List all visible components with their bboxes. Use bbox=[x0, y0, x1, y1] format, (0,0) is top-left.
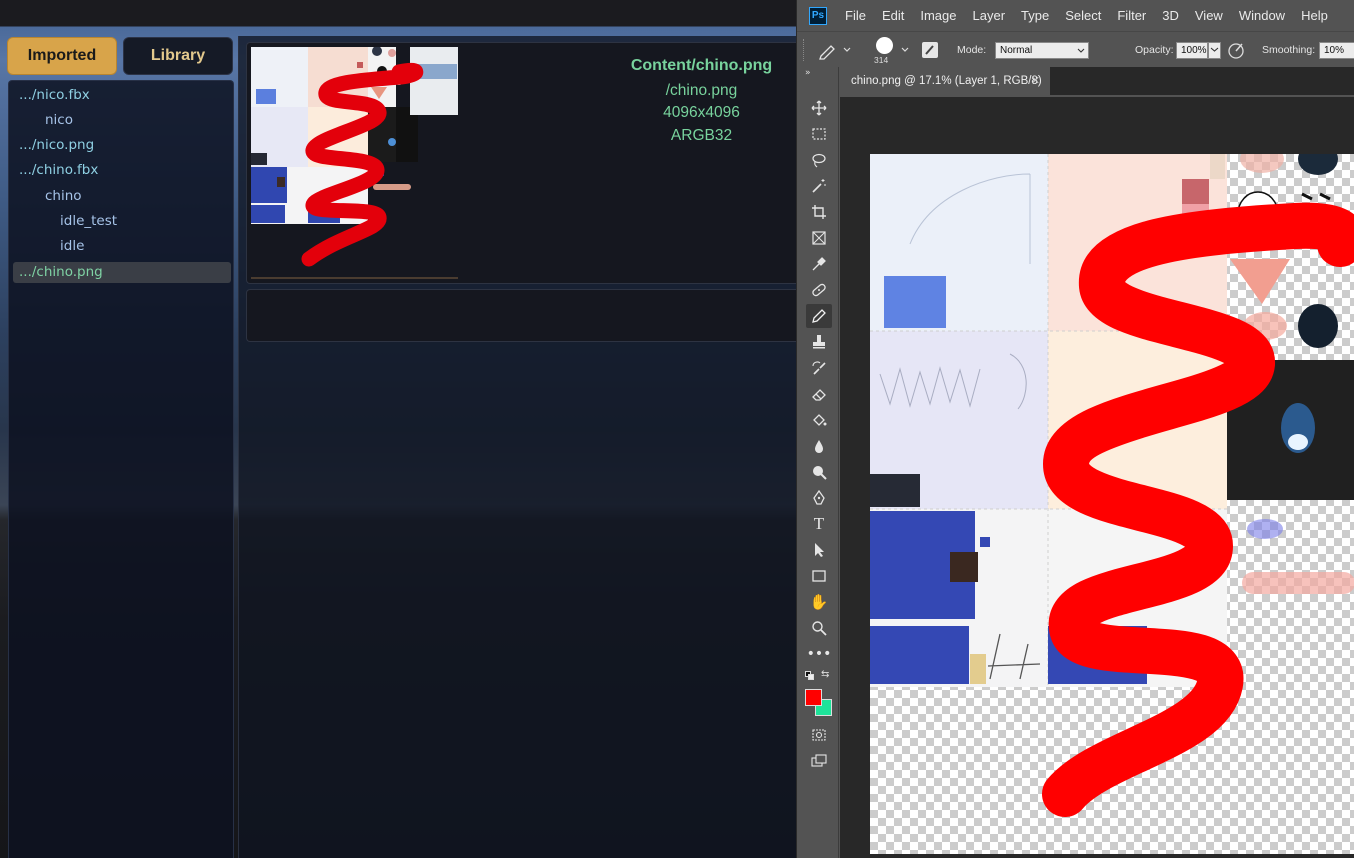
move-icon[interactable] bbox=[806, 96, 832, 120]
history-brush-icon[interactable] bbox=[806, 356, 832, 380]
pen-icon[interactable] bbox=[806, 486, 832, 510]
pencil-preset-icon bbox=[819, 45, 851, 60]
menu-help[interactable]: Help bbox=[1293, 8, 1336, 23]
smoothing-label: Smoothing: bbox=[1262, 44, 1316, 56]
tab-library[interactable]: Library bbox=[123, 37, 233, 75]
asset-tree: .../nico.fbx nico .../nico.png .../chino… bbox=[8, 80, 234, 858]
screen-mode-icon[interactable] bbox=[806, 749, 832, 773]
type-icon[interactable]: T bbox=[806, 512, 832, 536]
texture-thumbnail bbox=[251, 47, 458, 279]
tree-item[interactable]: .../nico.png bbox=[13, 135, 231, 156]
options-grip bbox=[803, 32, 805, 68]
rectangle-icon[interactable] bbox=[806, 564, 832, 588]
crop-icon[interactable] bbox=[806, 200, 832, 224]
brush-panel-icon bbox=[922, 42, 938, 58]
healing-brush-icon[interactable] bbox=[806, 278, 832, 302]
dodge-icon[interactable] bbox=[806, 460, 832, 484]
asset-format: ARGB32 bbox=[670, 127, 733, 144]
tools-panel: » T ✋ ••• ⇆ bbox=[797, 67, 839, 858]
photoshop-logo: Ps bbox=[809, 6, 827, 25]
magic-wand-icon[interactable] bbox=[806, 174, 832, 198]
foreground-color-swatch[interactable] bbox=[805, 689, 822, 706]
quick-mask-icon[interactable] bbox=[806, 723, 832, 747]
menu-view[interactable]: View bbox=[1187, 8, 1231, 23]
chevron-down-icon bbox=[1210, 47, 1219, 52]
chevron-down-icon bbox=[1077, 48, 1085, 53]
texture-thumbnail-image bbox=[251, 47, 458, 279]
eyedropper-icon[interactable] bbox=[806, 252, 832, 276]
brush-panel-toggle[interactable] bbox=[920, 32, 940, 68]
tab-imported[interactable]: Imported bbox=[7, 37, 117, 75]
mode-value: Normal bbox=[1000, 45, 1033, 56]
path-select-icon[interactable] bbox=[806, 538, 832, 562]
document-tab[interactable]: chino.png @ 17.1% (Layer 1, RGB/8) ✕ bbox=[840, 67, 1050, 95]
document-tab-title: chino.png @ 17.1% (Layer 1, RGB/8) bbox=[851, 75, 1042, 87]
tree-item[interactable]: idle bbox=[13, 236, 231, 257]
chevron-down-icon bbox=[901, 47, 909, 52]
hand-icon[interactable]: ✋ bbox=[806, 590, 832, 614]
eraser-icon[interactable] bbox=[806, 382, 832, 406]
document-area: chino.png @ 17.1% (Layer 1, RGB/8) ✕ bbox=[840, 67, 1354, 858]
menu-type[interactable]: Type bbox=[1013, 8, 1057, 23]
tool-options-bar: 314 Mode: Normal Opacity: 100% Smoothing… bbox=[797, 31, 1354, 67]
tree-item-selected[interactable]: .../chino.png bbox=[13, 262, 231, 283]
tree-item[interactable]: .../chino.fbx bbox=[13, 160, 231, 181]
blur-icon[interactable] bbox=[806, 434, 832, 458]
opacity-dropdown[interactable] bbox=[1208, 42, 1221, 59]
frame-icon[interactable] bbox=[806, 226, 832, 250]
opacity-input[interactable]: 100% bbox=[1176, 42, 1208, 59]
menu-select[interactable]: Select bbox=[1057, 8, 1109, 23]
brush-size-picker[interactable]: 314 bbox=[871, 32, 911, 68]
texture-canvas-image bbox=[870, 154, 1354, 854]
asset-browser-window: Imported Library .../nico.fbx nico .../n… bbox=[0, 0, 797, 858]
smoothing-input[interactable]: 10% bbox=[1319, 42, 1354, 59]
lasso-icon[interactable] bbox=[806, 148, 832, 172]
tree-item[interactable]: chino bbox=[13, 186, 231, 207]
document-tab-strip bbox=[840, 95, 1354, 97]
more-tools-icon[interactable]: ••• bbox=[806, 642, 832, 666]
asset-path: Content/chino.png bbox=[630, 57, 773, 74]
marquee-icon[interactable] bbox=[806, 122, 832, 146]
menu-file[interactable]: File bbox=[837, 8, 874, 23]
menu-3d[interactable]: 3D bbox=[1154, 8, 1187, 23]
asset-name: /chino.png bbox=[665, 82, 738, 99]
canvas[interactable] bbox=[870, 154, 1354, 854]
menu-layer[interactable]: Layer bbox=[965, 8, 1014, 23]
mode-label: Mode: bbox=[957, 44, 987, 56]
opacity-label: Opacity: bbox=[1135, 44, 1174, 56]
default-colors-icon[interactable] bbox=[805, 671, 814, 680]
menu-image[interactable]: Image bbox=[912, 8, 964, 23]
opacity-value: 100% bbox=[1181, 45, 1207, 56]
details-panel bbox=[246, 289, 797, 342]
tree-item[interactable]: nico bbox=[13, 110, 231, 131]
tree-item[interactable]: .../nico.fbx bbox=[13, 85, 231, 106]
brush-tip-icon bbox=[876, 37, 893, 54]
brush-size-value: 314 bbox=[874, 55, 889, 65]
clone-stamp-icon[interactable] bbox=[806, 330, 832, 354]
paint-bucket-icon[interactable] bbox=[806, 408, 832, 432]
zoom-icon[interactable] bbox=[806, 616, 832, 640]
swap-colors-icon[interactable]: ⇆ bbox=[821, 669, 829, 680]
menu-window[interactable]: Window bbox=[1231, 8, 1293, 23]
asset-dimensions: 4096x4096 bbox=[663, 104, 740, 121]
close-icon[interactable]: ✕ bbox=[1031, 67, 1040, 95]
menu-edit[interactable]: Edit bbox=[874, 8, 912, 23]
tree-item[interactable]: idle_test bbox=[13, 211, 231, 232]
photoshop-window: Ps File Edit Image Layer Type Select Fil… bbox=[796, 0, 1354, 858]
smoothing-value: 10% bbox=[1324, 45, 1345, 56]
pencil-icon[interactable] bbox=[806, 304, 832, 328]
tool-preset-picker[interactable] bbox=[817, 32, 853, 68]
menu-filter[interactable]: Filter bbox=[1109, 8, 1154, 23]
collapse-icon[interactable]: » bbox=[805, 68, 811, 78]
mode-select[interactable]: Normal bbox=[995, 42, 1089, 59]
pressure-opacity-toggle[interactable] bbox=[1226, 32, 1246, 68]
menu-bar: Ps File Edit Image Layer Type Select Fil… bbox=[797, 0, 1354, 31]
pressure-icon bbox=[1228, 43, 1244, 59]
